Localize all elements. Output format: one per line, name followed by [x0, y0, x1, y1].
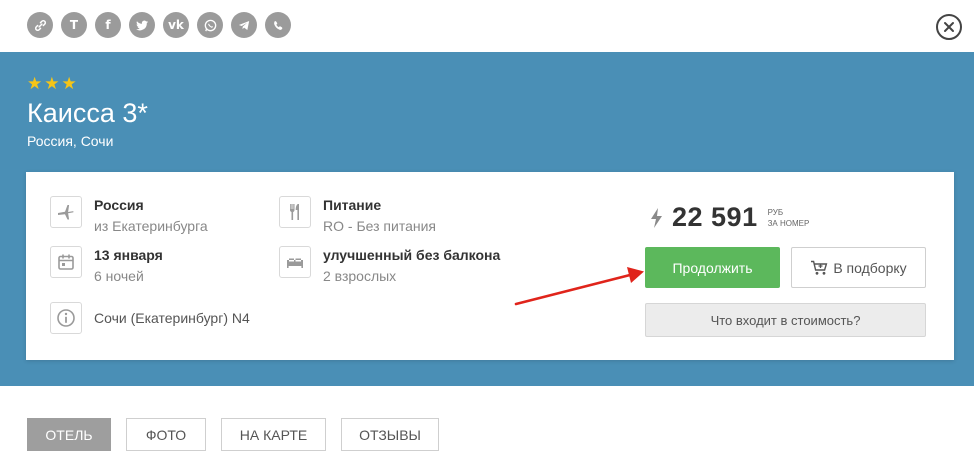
- room-info: улучшенный без балкона 2 взрослых: [279, 246, 500, 285]
- telegram-icon[interactable]: [231, 12, 257, 38]
- annotation-arrow: [514, 267, 644, 306]
- meal-info: Питание RO - Без питания: [279, 196, 436, 235]
- price-amount: 22 591: [672, 202, 758, 232]
- hotel-name: Каисса 3*: [27, 98, 148, 128]
- star-icon: ★: [44, 74, 60, 94]
- bed-icon: [279, 246, 311, 278]
- room-sub: 2 взрослых: [323, 268, 397, 284]
- viber-icon[interactable]: [265, 12, 291, 38]
- twitter-icon[interactable]: [129, 12, 155, 38]
- whats-included-button[interactable]: Что входит в стоимость?: [645, 303, 926, 337]
- date-sub: 6 ночей: [94, 268, 144, 284]
- date-info: 13 января 6 ночей: [50, 246, 163, 285]
- twitter-icon-glyph: [135, 20, 148, 30]
- t-icon[interactable]: T: [61, 12, 87, 38]
- room-title: улучшенный без балкона: [323, 247, 501, 263]
- vk-icon[interactable]: vk: [163, 12, 189, 38]
- tab-reviews[interactable]: Отзывы: [341, 418, 439, 451]
- whatsapp-icon-glyph: [204, 19, 216, 31]
- tab-photo[interactable]: Фото: [126, 418, 206, 451]
- price-per: ЗА НОМЕР: [767, 218, 810, 228]
- add-to-collection-label: В подборку: [833, 259, 907, 276]
- country-sub: из Екатеринбурга: [94, 218, 208, 234]
- meal-sub: RO - Без питания: [323, 218, 436, 234]
- hotel-location: Россия, Сочи: [27, 133, 114, 149]
- price-unit: РУБ ЗА НОМЕР: [768, 207, 810, 229]
- plane-icon: [50, 196, 82, 228]
- star-icon: ★: [61, 74, 77, 94]
- link-icon-glyph: [34, 19, 46, 31]
- vk-icon-label: vk: [168, 18, 184, 32]
- star-icon: ★: [27, 74, 43, 94]
- country-info: Россия из Екатеринбурга: [50, 196, 208, 235]
- price-currency: РУБ: [767, 207, 784, 217]
- price-block: 22 591 РУБ ЗА НОМЕР: [648, 202, 809, 233]
- meal-title: Питание: [323, 197, 382, 213]
- tour-code-text: Сочи (Екатеринбург) N4: [94, 310, 250, 326]
- viber-icon-glyph: [273, 20, 282, 30]
- close-icon: [944, 22, 954, 32]
- telegram-icon-glyph: [238, 20, 249, 30]
- whatsapp-icon[interactable]: [197, 12, 223, 38]
- date-title: 13 января: [94, 247, 163, 263]
- hotel-tabs: Отель Фото На карте Отзывы: [27, 418, 439, 451]
- cutlery-icon: [279, 196, 311, 228]
- cart-icon: [811, 260, 828, 275]
- facebook-icon[interactable]: f: [95, 12, 121, 38]
- hotel-stars: ★ ★ ★: [27, 76, 77, 93]
- tour-info-card: Россия из Екатеринбурга 13 января 6 ноче…: [26, 172, 954, 360]
- share-icons: T f vk: [27, 12, 291, 38]
- calendar-icon: [50, 246, 82, 278]
- tab-map[interactable]: На карте: [221, 418, 326, 451]
- share-bar: T f vk: [0, 0, 974, 52]
- tour-code-info: Сочи (Екатеринбург) N4: [50, 302, 250, 334]
- tab-hotel[interactable]: Отель: [27, 418, 111, 451]
- add-to-collection-button[interactable]: В подборку: [791, 247, 926, 288]
- link-icon[interactable]: [27, 12, 53, 38]
- country-title: Россия: [94, 197, 144, 213]
- info-icon: [50, 302, 82, 334]
- continue-button[interactable]: Продолжить: [645, 247, 780, 288]
- facebook-icon-label: f: [105, 18, 111, 32]
- close-button[interactable]: [936, 14, 962, 40]
- hotel-header: ★ ★ ★ Каисса 3* Россия, Сочи Россия из Е…: [0, 52, 974, 386]
- t-icon-label: T: [69, 18, 79, 32]
- bolt-icon: [651, 207, 662, 228]
